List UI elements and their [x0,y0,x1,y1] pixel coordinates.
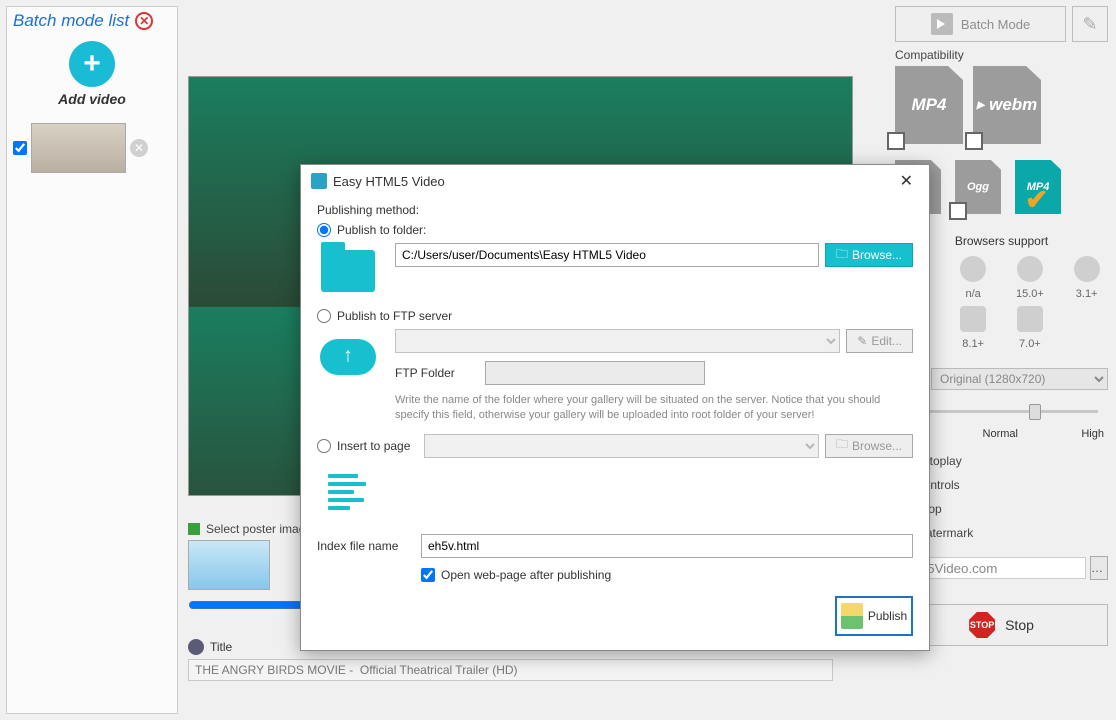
folder-icon [321,250,375,292]
poster-marker-icon [188,523,200,535]
publish-to-folder-radio[interactable]: Publish to folder: [317,223,913,237]
format-webm[interactable]: ▶ webm [973,66,1041,144]
compatibility-label: Compatibility [895,48,1108,62]
folder-path-input[interactable] [395,243,819,267]
publish-button[interactable]: Publish [835,596,913,636]
browse-folder-button[interactable]: 🗀 Browse... [825,243,913,267]
windows-icon [960,306,986,332]
watermark-browse-button[interactable]: … [1090,556,1108,580]
batch-item[interactable]: ✕ [7,117,177,179]
cloud-upload-icon [320,339,376,375]
browser-version: 15.0+ [1009,288,1052,300]
add-video-label: Add video [11,91,173,107]
firefox-icon [960,256,986,282]
folder-small-icon: 🗀 [836,435,848,456]
poster-thumbnail[interactable] [188,540,270,590]
webm-icon: ▶ webm [973,66,1041,144]
index-file-input[interactable] [421,534,913,558]
folder-small-icon: 🗀 [836,245,848,266]
title-icon [188,639,204,655]
pencil-icon: ✎ [857,334,867,348]
format-mp4[interactable]: MP4 [895,66,963,144]
batch-mode-button[interactable]: Batch Mode [895,6,1066,42]
dialog-titlebar[interactable]: Easy HTML5 Video ✕ [301,165,929,197]
publish-icon [841,603,863,629]
ftp-folder-input[interactable] [485,361,705,385]
format-mp4-low[interactable]: MP4 ✔ [1015,160,1061,214]
ftp-help-text: Write the name of the folder where your … [395,393,885,424]
publishing-method-label: Publishing method: [317,203,913,217]
ftp-server-select[interactable] [395,329,840,353]
browser-version: n/a [952,288,995,300]
safari-icon [1074,256,1100,282]
format-webm-checkbox[interactable] [965,132,983,150]
insert-page-select[interactable] [424,434,819,458]
publish-dialog: Easy HTML5 Video ✕ Publishing method: Pu… [300,164,930,651]
browser-version: 3.1+ [1065,288,1108,300]
customize-button[interactable]: ✎ [1072,6,1108,42]
opera-icon [1017,256,1043,282]
open-after-publish-checkbox[interactable]: Open web-page after publishing [421,568,913,582]
publish-to-ftp-radio[interactable]: Publish to FTP server [317,309,913,323]
dialog-title: Easy HTML5 Video [333,174,445,189]
add-video-button[interactable]: + [69,41,115,87]
browser-version: 7.0+ [1009,338,1052,350]
format-ogg[interactable]: Ogg [955,160,1001,214]
mp4-icon: MP4 [895,66,963,144]
page-lines-icon [328,474,368,510]
poster-label: Select poster image [206,522,312,536]
format-mp4-checkbox[interactable] [887,132,905,150]
batch-item-thumbnail[interactable] [31,123,126,173]
insert-browse-button[interactable]: 🗀 Browse... [825,434,913,458]
batch-list-title: Batch mode list [13,11,129,31]
stop-label: Stop [1005,617,1034,633]
insert-to-page-radio[interactable]: Insert to page 🗀 Browse... [317,434,913,458]
quality-high-label: High [1081,428,1104,440]
dialog-close-button[interactable]: ✕ [894,171,919,191]
title-label: Title [210,640,232,654]
browser-version: 8.1+ [952,338,995,350]
brush-icon: ✎ [1082,14,1097,35]
play-icon [931,13,953,35]
batch-mode-label: Batch Mode [961,17,1030,32]
check-icon: ✔ [1025,183,1048,216]
ftp-edit-button[interactable]: ✎ Edit... [846,329,913,353]
quality-normal-label: Normal [983,428,1018,440]
batch-item-checkbox[interactable] [13,141,27,155]
index-file-label: Index file name [317,539,407,553]
stop-icon: STOP [969,612,995,638]
batch-item-remove-icon[interactable]: ✕ [130,139,148,157]
ftp-folder-label: FTP Folder [395,366,475,380]
format-ogg-checkbox[interactable] [949,202,967,220]
resolution-select[interactable]: Original (1280x720) [931,368,1108,390]
close-batch-list-icon[interactable]: ✕ [135,12,153,30]
app-icon [311,173,327,189]
title-input[interactable] [188,659,833,681]
batch-list-panel: Batch mode list ✕ + Add video ✕ [6,6,178,714]
blackberry-icon [1017,306,1043,332]
